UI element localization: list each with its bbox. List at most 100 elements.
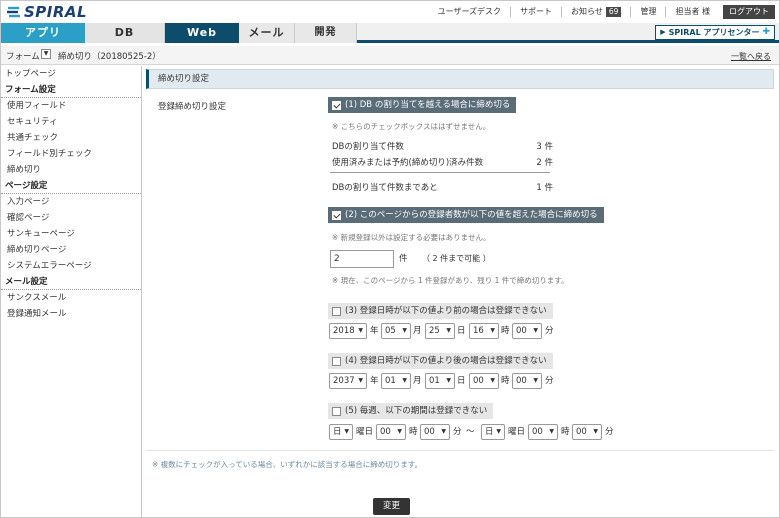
c3-minute-select[interactable]: 00 ▼ [512,323,542,339]
nav-tab-db[interactable]: DB [85,23,165,43]
condition-2-status-note: ※ 現在、このページから 1 件登録があり、残り 1 件で締め切ります。 [332,276,569,285]
puzzle-icon: ✚ [762,27,770,37]
sidebar-item-confirm-page[interactable]: 確認ページ [1,210,141,226]
c5-from-hour-select[interactable]: 00 ▼ [376,424,406,440]
notice-label: お知らせ [571,7,603,16]
logo-text: SPIRAL [24,3,88,21]
c4-minute-value: 00 [516,376,527,386]
c4-month-select[interactable]: 01 ▼ [381,373,411,389]
sidebar-item-thanks-page[interactable]: サンキューページ [1,226,141,242]
minute-unit: 分 [545,326,554,336]
sidebar-item-top[interactable]: トップページ [1,66,141,82]
nav-tab-app[interactable]: アプリ [1,23,85,43]
c5-from-minute-select[interactable]: 00 ▼ [420,424,450,440]
breadcrumb-form[interactable]: フォーム [6,50,40,62]
c5-from-weekday-value: 日 [333,427,342,437]
chevron-down-icon: ▼ [358,327,363,334]
stat-value-used: 2 件 [536,158,553,168]
footer-note: ※ 複数にチェックが入っている場合、いずれかに該当する場合に締め切ります。 [152,460,423,469]
sidebar-item-thanks-mail[interactable]: サンクスメール [1,290,141,306]
back-to-list-link[interactable]: 一覧へ戻る [731,51,771,62]
minute-unit: 分 [545,376,554,386]
chevron-down-icon: ▼ [344,428,349,435]
sidebar-item-common-check[interactable]: 共通チェック [1,130,141,146]
checkbox-unchecked-icon [332,306,341,316]
sidebar-item-security[interactable]: セキュリティ [1,114,141,130]
hour-unit: 時 [501,326,510,336]
divider [146,450,774,451]
hour-unit: 時 [501,376,510,386]
day-unit: 日 [457,376,466,386]
sidebar-item-notify-mail[interactable]: 登録通知メール [1,306,141,322]
breadcrumb: フォーム ▼ 締め切り（20180525-2） 一覧へ戻る [1,46,779,65]
stat-label-remaining: DBの割り当て件数まであと [332,183,438,193]
c3-month-value: 05 [385,326,396,336]
condition-5-label: (5) 毎週、以下の期間は登録できない [345,406,488,416]
sidebar-item-deadline[interactable]: 締め切り [1,162,141,178]
condition-1-checkbox[interactable]: (1) DB の割り当てを越える場合に締め切る [328,97,517,113]
checkbox-unchecked-icon [332,406,341,416]
c3-hour-value: 16 [473,326,484,336]
minute-unit: 分 [605,427,614,437]
sidebar-item-error-page[interactable]: システムエラーページ [1,258,141,274]
c4-minute-select[interactable]: 00 ▼ [512,373,542,389]
nav-tab-dev[interactable]: 開発 [295,23,357,43]
chevron-down-icon: ▼ [397,428,402,435]
users-desk-link[interactable]: ユーザーズデスク [429,7,510,17]
nav-tab-web[interactable]: Web [165,23,239,43]
app-center-button[interactable]: ▶ SPIRAL アプリセンター ✚ [655,25,775,40]
chevron-down-icon: ▼ [402,327,407,334]
chevron-down-icon[interactable]: ▼ [41,49,51,59]
c3-month-select[interactable]: 05 ▼ [381,323,411,339]
c5-to-minute-value: 00 [576,427,587,437]
divider [330,172,550,173]
chevron-down-icon: ▼ [441,428,446,435]
c4-year-select[interactable]: 2037 ▼ [329,373,367,389]
notice-link[interactable]: お知らせ 69 [561,7,630,17]
c3-hour-select[interactable]: 16 ▼ [469,323,499,339]
sidebar-item-input-page[interactable]: 入力ページ [1,194,141,210]
year-unit: 年 [370,326,379,336]
chevron-down-icon: ▼ [549,428,554,435]
chevron-down-icon: ▼ [402,377,407,384]
condition-2-checkbox[interactable]: (2) このページからの登録者数が以下の値を超えた場合に締め切る [328,207,604,223]
c3-year-value: 2018 [333,326,355,336]
c5-to-hour-select[interactable]: 00 ▼ [528,424,558,440]
notice-count-badge: 69 [605,7,622,17]
c4-hour-value: 00 [473,376,484,386]
c5-from-weekday-select[interactable]: 日 ▼ [329,424,353,440]
checkbox-checked-icon [332,210,341,220]
logout-button[interactable]: ログアウト [723,5,775,19]
c5-to-hour-value: 00 [532,427,543,437]
support-link[interactable]: サポート [510,7,561,17]
stat-label-used: 使用済みまたは予約(締め切り)済み件数 [332,158,484,168]
chevron-down-icon: ▼ [533,377,538,384]
year-unit: 年 [370,376,379,386]
hour-unit: 時 [561,427,570,437]
c5-to-weekday-select[interactable]: 日 ▼ [481,424,505,440]
weekday-unit: 曜日 [356,427,374,437]
c3-day-select[interactable]: 25 ▼ [425,323,455,339]
change-button[interactable]: 変更 [373,498,410,515]
chevron-down-icon: ▼ [490,377,495,384]
main-content: 締め切り設定 登録締め切り設定 (1) DB の割り当てを越える場合に締め切る … [143,66,779,517]
admin-link[interactable]: 管理 [630,7,665,17]
condition-3-checkbox[interactable]: (3) 登録日時が以下の値より前の場合は登録できない [328,303,553,319]
sidebar-heading-mail: メール設定 [1,274,141,290]
sidebar-item-fields[interactable]: 使用フィールド [1,98,141,114]
c5-to-weekday-value: 日 [485,427,494,437]
spiral-logo[interactable]: SPIRAL [6,3,87,21]
sidebar-item-deadline-page[interactable]: 締め切りページ [1,242,141,258]
c4-day-select[interactable]: 01 ▼ [425,373,455,389]
chevron-down-icon: ▼ [533,327,538,334]
c4-hour-select[interactable]: 00 ▼ [469,373,499,389]
nav-tab-mail[interactable]: メール [239,23,295,43]
registration-limit-input[interactable]: 2 [330,250,394,268]
condition-4-checkbox[interactable]: (4) 登録日時が以下の値より後の場合は登録できない [328,353,553,369]
sidebar-item-field-check[interactable]: フィールド別チェック [1,146,141,162]
condition-5-checkbox[interactable]: (5) 毎週、以下の期間は登録できない [328,403,494,419]
play-arrow-icon: ▶ [660,28,666,36]
c3-year-select[interactable]: 2018 ▼ [329,323,367,339]
weekday-unit: 曜日 [508,427,526,437]
c5-to-minute-select[interactable]: 00 ▼ [572,424,602,440]
